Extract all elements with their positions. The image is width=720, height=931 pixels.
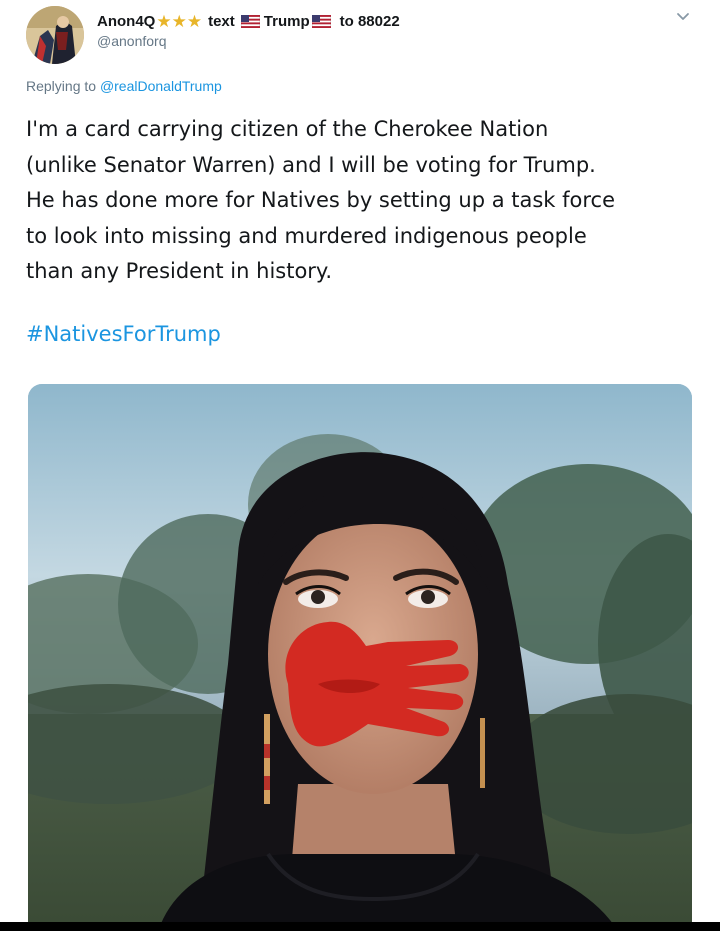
star-icon: ★ bbox=[186, 11, 203, 31]
tweet-text: I'm a card carrying citizen of the Chero… bbox=[26, 112, 696, 290]
reply-mention-link[interactable]: @realDonaldTrump bbox=[100, 78, 222, 94]
hashtag-link[interactable]: #NativesForTrump bbox=[26, 322, 221, 346]
replying-to: Replying to @realDonaldTrump bbox=[26, 78, 222, 94]
author-name-number: to 88022 bbox=[339, 12, 400, 30]
photo-woman-red-handprint-icon bbox=[28, 384, 692, 931]
tweet-card: Anon4Q ★ ★ ★ text Trump to 88022 @anonfo… bbox=[0, 0, 720, 931]
author-name-trump: Trump bbox=[263, 12, 310, 30]
us-flag-icon bbox=[240, 14, 260, 28]
author-name-row[interactable]: Anon4Q ★ ★ ★ text Trump to 88022 bbox=[97, 10, 404, 32]
tweet-text-line: to look into missing and murdered indige… bbox=[26, 223, 587, 248]
tweet-text-line: He has done more for Natives by setting … bbox=[26, 188, 616, 212]
author-display-name[interactable]: Anon4Q bbox=[97, 13, 155, 30]
tweet-text-line: I'm a card carrying citizen of the Chero… bbox=[26, 117, 549, 141]
author-handle[interactable]: @anonforq bbox=[97, 33, 166, 49]
author-avatar[interactable] bbox=[26, 6, 84, 64]
author-name-text: text bbox=[208, 12, 235, 30]
tweet-text-line: (unlike Senator Warren) and I will be vo… bbox=[26, 152, 596, 177]
avatar-portrait-icon bbox=[26, 6, 84, 64]
star-icon: ★ bbox=[171, 11, 187, 31]
star-icon: ★ bbox=[156, 11, 172, 31]
replying-to-label: Replying to bbox=[26, 78, 97, 94]
screen-bottom-edge bbox=[0, 922, 720, 931]
chevron-down-icon[interactable] bbox=[674, 10, 692, 24]
tweet-media-photo[interactable] bbox=[28, 384, 692, 931]
us-flag-icon bbox=[311, 14, 331, 28]
tweet-text-line: than any President in history. bbox=[26, 259, 333, 283]
